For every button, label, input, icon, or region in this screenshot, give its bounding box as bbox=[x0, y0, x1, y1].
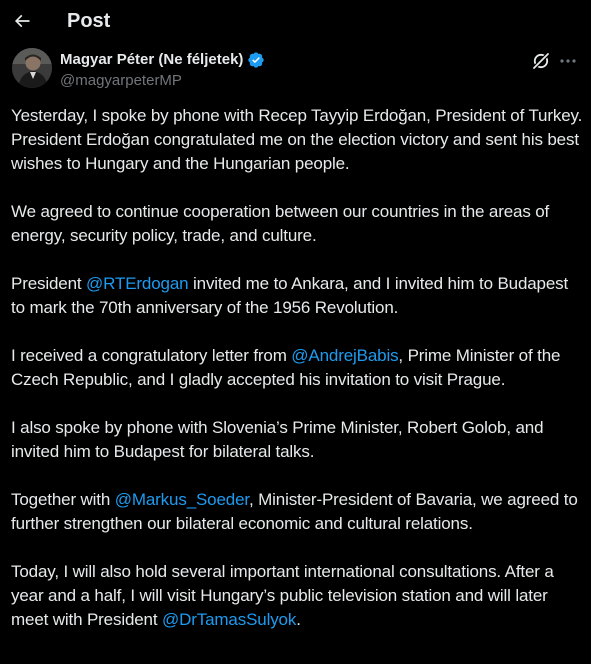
text-segment: . bbox=[296, 610, 301, 629]
post-paragraph: President @RTErdogan invited me to Ankar… bbox=[11, 272, 583, 320]
post-text: Yesterday, I spoke by phone with Recep T… bbox=[11, 104, 583, 656]
post-paragraph: We agreed to continue cooperation betwee… bbox=[11, 202, 550, 245]
post-paragraph: Together with @Markus_Soeder, Minister-P… bbox=[11, 488, 583, 536]
mention-link[interactable]: @RTErdogan bbox=[86, 274, 189, 293]
post-paragraph: I also spoke by phone with Slovenia’s Pr… bbox=[11, 418, 544, 461]
page-title: Post bbox=[67, 10, 111, 32]
post-header: Post bbox=[0, 0, 591, 42]
text-segment: Together with bbox=[11, 490, 115, 509]
avatar[interactable] bbox=[12, 48, 52, 88]
more-horizontal-icon bbox=[560, 59, 576, 63]
text-segment: President bbox=[11, 274, 87, 293]
mention-link[interactable]: @Markus_Soeder bbox=[115, 490, 249, 509]
post-paragraph: Yesterday, I spoke by phone with Recep T… bbox=[11, 106, 583, 173]
post-paragraph: Today, I will also hold several importan… bbox=[11, 560, 583, 632]
avatar-image bbox=[12, 48, 52, 88]
back-button[interactable] bbox=[10, 4, 34, 38]
grok-icon bbox=[533, 53, 549, 69]
display-name: Magyar Péter (Ne féljetek) bbox=[60, 51, 244, 68]
post-author: Magyar Péter (Ne féljetek) @magyarpeterM… bbox=[0, 46, 591, 96]
author-handle[interactable]: @magyarpeterMP bbox=[60, 71, 182, 91]
mention-link[interactable]: @AndrejBabis bbox=[291, 346, 398, 365]
post-paragraph: I received a congratulatory letter from … bbox=[11, 344, 583, 392]
verified-badge-icon bbox=[247, 51, 265, 69]
grok-button[interactable] bbox=[531, 51, 551, 71]
text-segment: I received a congratulatory letter from bbox=[11, 346, 292, 365]
mention-link[interactable]: @DrTamasSulyok bbox=[162, 610, 296, 629]
arrow-left-icon bbox=[14, 14, 30, 28]
author-name-link[interactable]: Magyar Péter (Ne féljetek) bbox=[60, 50, 265, 70]
more-button[interactable] bbox=[557, 51, 579, 71]
